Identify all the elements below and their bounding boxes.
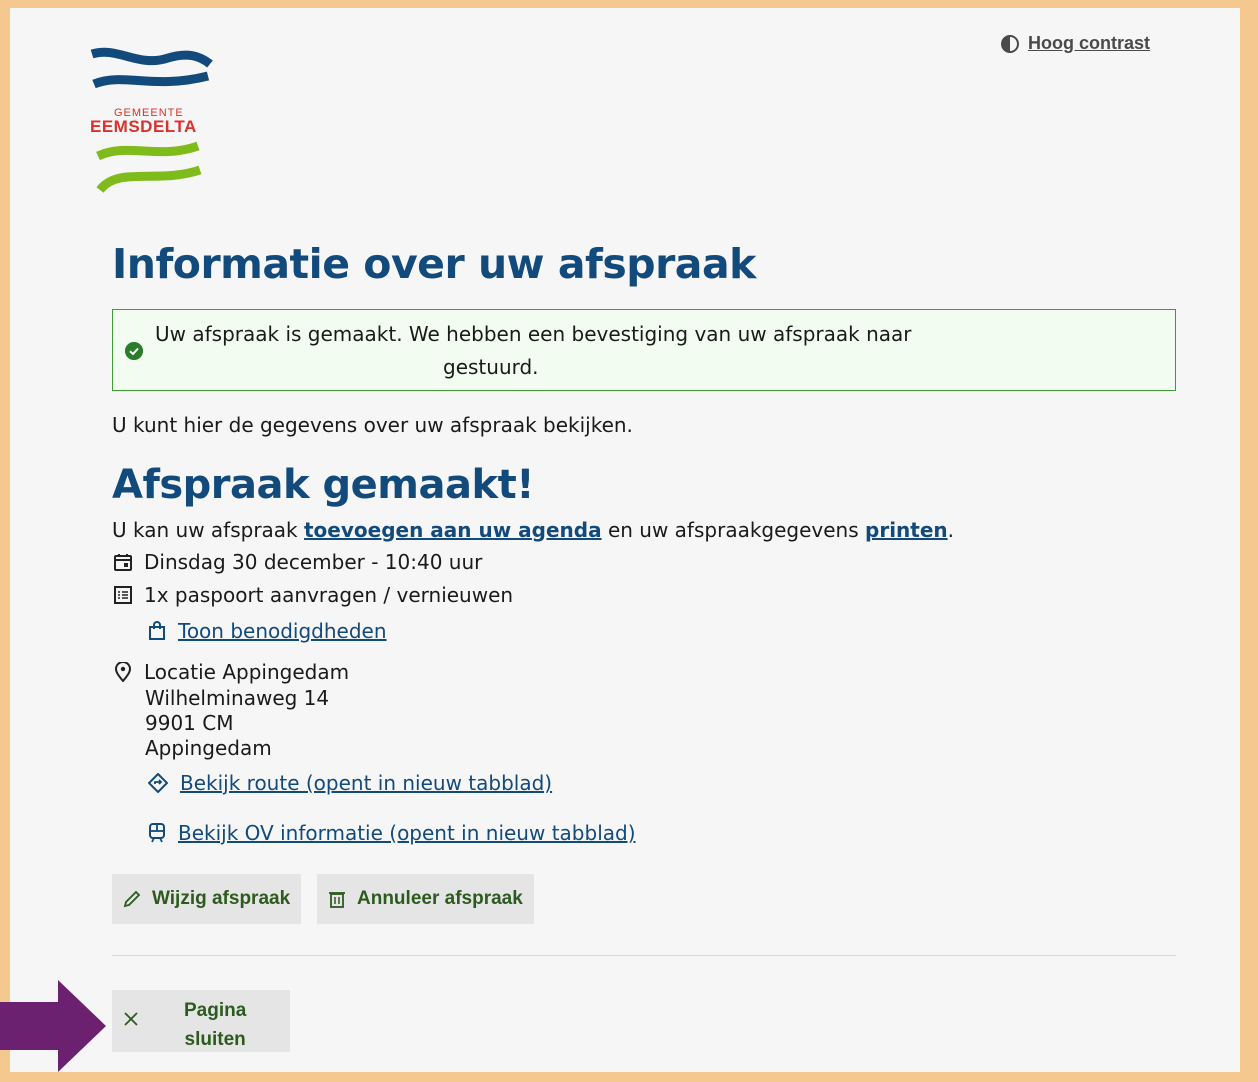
edit-button-label: Wijzig afspraak: [152, 888, 291, 909]
edit-appointment-button[interactable]: Wijzig afspraak: [112, 874, 301, 924]
directions-icon: [148, 773, 168, 793]
calendar-icon: [114, 554, 132, 571]
high-contrast-toggle[interactable]: Hoog contrast: [1000, 33, 1150, 54]
list-icon: [114, 586, 132, 604]
check-circle-icon: [125, 342, 143, 360]
close-icon: [124, 1012, 138, 1026]
alert-text-line1: Uw afspraak is gemaakt. We hebben een be…: [155, 322, 912, 346]
product-name: 1x paspoort aanvragen / vernieuwen: [144, 583, 514, 607]
print-link[interactable]: printen: [865, 518, 948, 542]
pointer-arrow-icon: [0, 980, 106, 1072]
municipality-logo[interactable]: GEMEENTE EEMSDELTA: [88, 46, 218, 198]
high-contrast-link[interactable]: Hoog contrast: [1028, 33, 1150, 54]
calendar-print-line: U kan uw afspraak toevoegen aan uw agend…: [112, 518, 954, 542]
cancel-appointment-button[interactable]: Annuleer afspraak: [317, 874, 534, 924]
route-link[interactable]: Bekijk route (opent in nieuw tabblad): [180, 771, 552, 795]
ov-info-link[interactable]: Bekijk OV informatie (opent in nieuw tab…: [178, 821, 636, 845]
product-row: 1x paspoort aanvragen / vernieuwen: [112, 583, 513, 607]
ov-row[interactable]: Bekijk OV informatie (opent in nieuw tab…: [148, 821, 636, 845]
add-line-post: .: [947, 518, 955, 542]
close-label-line1: Pagina: [184, 1000, 247, 1021]
section-title: Afspraak gemaakt!: [112, 462, 534, 508]
add-to-calendar-link[interactable]: toevoegen aan uw agenda: [304, 518, 602, 542]
close-page-button[interactable]: Pagina sluiten: [112, 990, 290, 1052]
shopping-bag-icon: [149, 621, 165, 640]
logo-text-main: EEMSDELTA: [90, 117, 197, 136]
requirements-row[interactable]: Toon benodigdheden: [148, 619, 387, 643]
close-button-label: Pagina sluiten: [184, 996, 246, 1054]
address-city: Appingedam: [145, 736, 272, 760]
cancel-button-label: Annuleer afspraak: [357, 888, 523, 909]
route-row[interactable]: Bekijk route (opent in nieuw tabblad): [148, 771, 552, 795]
address-postcode: 9901 CM: [145, 711, 234, 735]
appointment-date: Dinsdag 30 december - 10:40 uur: [144, 550, 483, 574]
show-requirements-link[interactable]: Toon benodigdheden: [178, 619, 387, 643]
location-row: Locatie Appingedam: [112, 660, 349, 684]
appointment-date-row: Dinsdag 30 december - 10:40 uur: [112, 550, 482, 574]
divider: [112, 955, 1176, 956]
add-line-mid: en uw afspraakgegevens: [601, 518, 866, 542]
page-title: Informatie over uw afspraak: [112, 240, 756, 288]
add-line-pre: U kan uw afspraak: [112, 518, 304, 542]
trash-icon: [329, 892, 345, 908]
success-alert: Uw afspraak is gemaakt. We hebben een be…: [112, 309, 1176, 391]
alert-text-line2: gestuurd.: [443, 355, 539, 379]
intro-text: U kunt hier de gegevens over uw afspraak…: [112, 413, 633, 437]
train-icon: [149, 823, 165, 843]
close-label-line2: sluiten: [184, 1029, 246, 1050]
location-name: Locatie Appingedam: [144, 660, 350, 684]
address-street: Wilhelminaweg 14: [145, 686, 330, 710]
contrast-icon: [1001, 34, 1019, 53]
location-address: Wilhelminaweg 14 9901 CM Appingedam: [145, 686, 329, 761]
pencil-icon: [123, 890, 141, 908]
location-pin-icon: [114, 662, 132, 682]
